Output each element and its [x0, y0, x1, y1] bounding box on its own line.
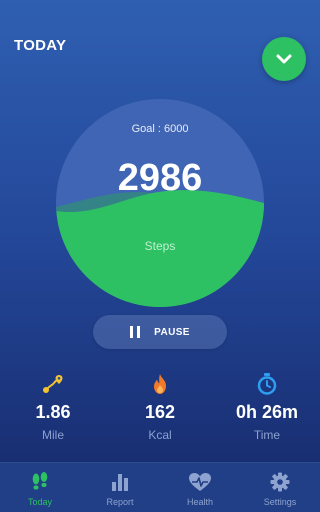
tab-health-label: Health	[186, 497, 213, 507]
tab-health[interactable]: Health	[160, 463, 240, 512]
steps-label: Steps	[144, 239, 176, 253]
stat-calories-label: Kcal	[148, 428, 172, 442]
stat-time: 0h 26m Time	[214, 372, 320, 442]
goal-text: Goal : 6000	[131, 123, 189, 135]
tab-report-label: Report	[106, 497, 134, 507]
map-route-icon	[43, 375, 63, 393]
collapse-button[interactable]	[262, 37, 306, 81]
gear-icon	[270, 472, 290, 492]
pause-label: PAUSE	[154, 326, 190, 338]
stopwatch-icon	[257, 373, 277, 395]
tab-today-label: Today	[27, 497, 53, 507]
footprints-icon	[32, 472, 48, 490]
steps-progress-gauge: Goal : 6000 2986 Steps	[56, 99, 264, 307]
chevron-down-icon	[276, 54, 292, 64]
bottom-tab-bar: Today Report Health Settings	[0, 462, 320, 512]
tab-settings-label: Settings	[263, 497, 297, 507]
heart-pulse-icon	[189, 473, 211, 491]
steps-count: 2986	[117, 157, 203, 199]
page-title: TODAY	[14, 37, 67, 54]
tab-report[interactable]: Report	[80, 463, 160, 512]
stat-distance-value: 1.86	[35, 402, 71, 422]
tab-settings[interactable]: Settings	[240, 463, 320, 512]
pause-icon	[130, 326, 141, 338]
stat-calories: 162 Kcal	[107, 372, 213, 442]
bar-chart-icon	[112, 474, 128, 491]
stat-calories-value: 162	[144, 402, 176, 422]
tab-today[interactable]: Today	[0, 463, 80, 512]
stat-time-label: Time	[253, 428, 281, 442]
stat-distance: 1.86 Mile	[0, 372, 106, 442]
flame-icon	[154, 374, 166, 394]
pause-button[interactable]: PAUSE	[93, 315, 227, 349]
stat-time-value: 0h 26m	[235, 402, 299, 422]
stat-distance-label: Mile	[41, 428, 64, 442]
